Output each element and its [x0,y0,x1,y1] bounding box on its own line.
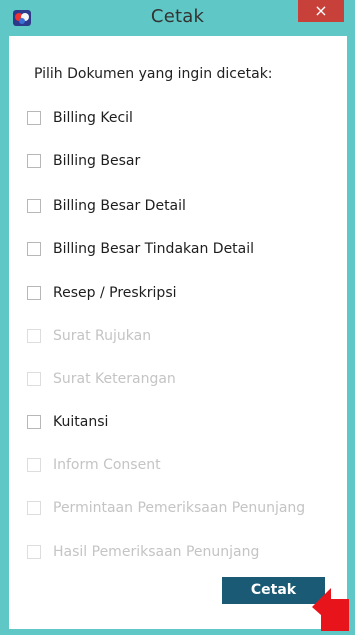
option-label: Resep / Preskripsi [53,285,177,301]
option-label: Billing Kecil [53,110,133,126]
option-label: Hasil Pemeriksaan Penunjang [53,544,260,560]
checkbox [27,545,41,559]
document-option: Permintaan Pemeriksaan Penunjang [27,498,305,518]
close-icon: × [314,1,328,20]
option-label: Billing Besar Tindakan Detail [53,241,255,257]
checkbox [27,501,41,515]
document-option: Surat Rujukan [27,326,151,346]
close-button[interactable]: × [298,0,344,22]
checkbox [27,458,41,472]
instruction-label: Pilih Dokumen yang ingin dicetak: [34,66,273,82]
option-label: Permintaan Pemeriksaan Penunjang [53,500,306,516]
document-option[interactable]: Resep / Preskripsi [27,283,177,303]
document-option: Hasil Pemeriksaan Penunjang [27,542,259,562]
checkbox[interactable] [27,111,41,125]
option-label: Billing Besar Detail [53,198,186,214]
option-label: Billing Besar [53,153,141,169]
option-label: Surat Rujukan [53,328,152,344]
checkbox[interactable] [27,242,41,256]
document-option: Surat Keterangan [27,369,176,389]
pointer-cursor-icon [312,588,349,631]
document-option[interactable]: Billing Besar Tindakan Detail [27,239,254,259]
option-label: Kuitansi [53,414,109,430]
document-option: Inform Consent [27,455,161,475]
checkbox[interactable] [27,415,41,429]
title-bar[interactable]: Cetak × [0,0,355,36]
document-option[interactable]: Billing Besar [27,151,140,171]
option-label: Surat Keterangan [53,371,176,387]
document-option[interactable]: Kuitansi [27,412,108,432]
dialog-body: Pilih Dokumen yang ingin dicetak: Billin… [9,36,347,629]
print-dialog-window: Cetak × Pilih Dokumen yang ingin dicetak… [0,0,355,635]
checkbox [27,329,41,343]
document-option[interactable]: Billing Besar Detail [27,196,186,216]
checkbox [27,372,41,386]
document-option[interactable]: Billing Kecil [27,108,133,128]
checkbox[interactable] [27,199,41,213]
checkbox[interactable] [27,154,41,168]
option-label: Inform Consent [53,457,161,473]
checkbox[interactable] [27,286,41,300]
